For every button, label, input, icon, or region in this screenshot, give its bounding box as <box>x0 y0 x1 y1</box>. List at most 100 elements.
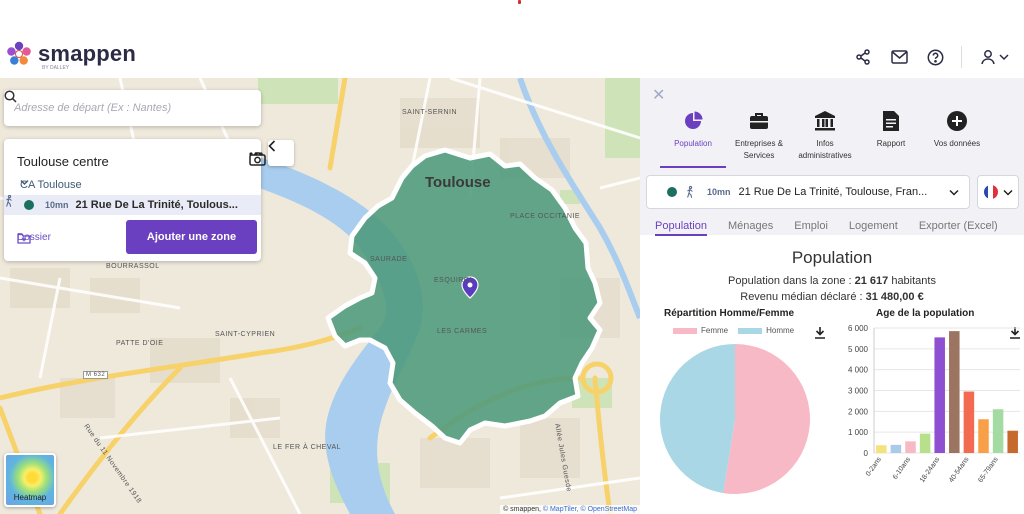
tab-rapport[interactable]: Rapport <box>858 108 924 168</box>
bar-25-39ans[interactable] <box>949 331 960 453</box>
add-zone-button[interactable]: Ajouter une zone <box>126 220 257 254</box>
bar-6-10ans[interactable] <box>905 441 916 453</box>
search-bar <box>4 90 261 126</box>
bar-3-5ans[interactable] <box>890 444 902 453</box>
x-tick-label: 65-79ans <box>977 456 1000 484</box>
map-district-label: SAINT-CYPRIEN <box>215 331 276 338</box>
map-district-label: PLACE OCCITANIE <box>510 213 580 220</box>
legend-item[interactable]: Homme <box>738 326 794 335</box>
pie-slice-homme[interactable] <box>659 344 735 494</box>
header-actions <box>853 46 1010 68</box>
subtab-population[interactable]: Population <box>655 220 707 236</box>
download-icon[interactable] <box>814 326 826 339</box>
y-tick-label: 4 000 <box>848 366 869 375</box>
income-value: 31 480,00 € <box>865 291 924 303</box>
plus-circle-icon <box>947 111 967 131</box>
map-attribution: © smappen, © MapTiler, © OpenStreetMap <box>500 505 640 514</box>
legend-label: Femme <box>701 326 729 335</box>
tab-infos-admin[interactable]: Infos administratives <box>792 108 858 168</box>
bar-80+ans[interactable] <box>1007 430 1018 453</box>
map-district-label: ESQUIROL <box>434 277 475 284</box>
map-view[interactable]: Toulouse SAINT-SERNIN PLACE OCCITANIE SA… <box>0 78 640 514</box>
zone-minutes: 10mn <box>707 187 731 197</box>
pie-chart-title: Répartition Homme/Femme <box>664 308 795 319</box>
pie-slice-femme[interactable] <box>723 344 810 494</box>
age-bar-chart: 0 1 000 2 000 3 000 4 000 5 000 6 000 0-2ans 6-1… <box>848 324 1020 484</box>
heatmap-toggle[interactable]: Heatmap <box>4 453 56 507</box>
tab-label: Infos administratives <box>798 139 852 160</box>
panel-header: ✕ Population Entreprises & Services Info… <box>640 78 1024 236</box>
bar-55-64ans[interactable] <box>978 419 989 453</box>
more-options-icon[interactable] <box>249 152 263 156</box>
share-icon[interactable] <box>853 47 873 67</box>
tab-label: Entreprises & Services <box>734 139 784 160</box>
attribution-maptiler-link[interactable]: © MapTiler, <box>543 506 579 513</box>
status-dot <box>518 0 521 4</box>
population-stat: Population dans la zone : 21 617 habitan… <box>640 275 1024 287</box>
population-label: Population dans la zone : <box>728 275 855 287</box>
collapse-panel-button[interactable] <box>268 140 294 166</box>
app-logo[interactable]: smappen BY DALLEY <box>6 41 136 71</box>
zone-minutes: 10mn <box>45 200 69 210</box>
legend-swatch <box>673 327 697 334</box>
document-icon <box>883 111 899 131</box>
tab-label: Rapport <box>876 139 906 148</box>
subtab-menages[interactable]: Ménages <box>728 220 773 236</box>
bar-65-79ans[interactable] <box>992 409 1004 453</box>
zone-group[interactable]: CA Toulouse <box>20 179 82 191</box>
mail-icon[interactable] <box>889 47 909 67</box>
smappen-logo-icon <box>7 41 31 65</box>
app-tagline: BY DALLEY <box>42 65 70 71</box>
bar-18-24ans[interactable] <box>934 337 945 453</box>
search-icon[interactable] <box>4 90 17 103</box>
zone-group-label: CA Toulouse <box>20 179 82 191</box>
tab-entreprises[interactable]: Entreprises & Services <box>726 108 792 168</box>
tab-population[interactable]: Population <box>660 108 726 168</box>
subtab-logement[interactable]: Logement <box>849 220 898 236</box>
pie-chart-icon <box>685 111 703 129</box>
y-tick-label: 3 000 <box>848 387 869 396</box>
zone-row[interactable]: 10mn 21 Rue De La Trinité, Toulous... <box>4 195 261 215</box>
x-tick-label: 40-54ans <box>948 456 971 484</box>
map-district-label: BOURRASSOL <box>106 263 160 270</box>
user-menu[interactable] <box>978 47 1010 67</box>
close-icon[interactable]: ✕ <box>652 85 665 105</box>
map-district-label: SAINT-SERNIN <box>402 109 458 116</box>
tab-vos-donnees[interactable]: Vos données <box>924 108 990 168</box>
zone-select[interactable]: 10mn 21 Rue De La Trinité, Toulouse, Fra… <box>646 175 970 209</box>
x-tick-label: 0-2ans <box>865 456 883 478</box>
chevron-down-icon <box>20 180 29 185</box>
legend-item[interactable]: Femme <box>673 326 728 335</box>
tab-label: Vos données <box>933 139 981 148</box>
divider <box>961 46 962 68</box>
bar-11-17ans[interactable] <box>919 433 931 453</box>
help-icon[interactable] <box>925 47 945 67</box>
country-select[interactable] <box>977 175 1019 209</box>
zone-title: Toulouse centre <box>17 154 109 169</box>
x-tick-label: 6-10ans <box>892 456 913 481</box>
subtab-emploi[interactable]: Emploi <box>794 220 828 236</box>
attribution-smappen: © smappen, <box>503 506 541 513</box>
map-district-label: LE FER À CHEVAL <box>273 444 342 451</box>
legend-swatch <box>738 327 763 334</box>
population-value: 21 617 <box>854 275 889 287</box>
briefcase-icon <box>750 113 768 129</box>
attribution-osm-link[interactable]: © OpenStreetMap <box>580 506 637 513</box>
zone-card: Toulouse centre CA Toulouse 10mn 21 Rue … <box>4 139 266 261</box>
zone-color-dot[interactable] <box>24 200 34 210</box>
y-tick-label: 1 000 <box>848 428 869 437</box>
search-input[interactable] <box>14 102 251 114</box>
income-label: Revenu médian déclaré : <box>740 291 866 303</box>
bar-40-54ans[interactable] <box>963 391 975 453</box>
zone-address: 21 Rue De La Trinité, Toulous... <box>75 199 238 211</box>
chevron-down-icon <box>998 54 1009 61</box>
dossier-button[interactable]: Dossier <box>17 232 51 244</box>
chevron-left-icon <box>268 140 276 152</box>
category-tabs: Population Entreprises & Services Infos … <box>660 108 990 168</box>
bar-0-2ans[interactable] <box>876 445 887 453</box>
chevron-down-icon <box>1002 189 1013 196</box>
sub-tabs: Population Ménages Emploi Logement Expor… <box>655 220 998 236</box>
legend-label: Homme <box>766 326 795 335</box>
app-name: smappen <box>38 41 136 66</box>
subtab-export-excel[interactable]: Exporter (Excel) <box>919 220 998 236</box>
